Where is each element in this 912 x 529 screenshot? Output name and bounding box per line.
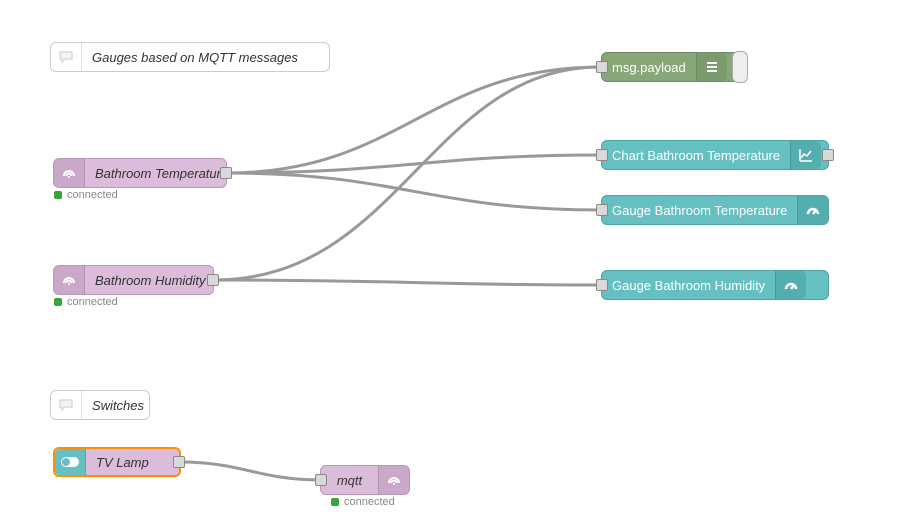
output-port[interactable]	[822, 149, 834, 161]
node-debug[interactable]: msg.payload	[601, 52, 741, 82]
node-status: connected	[331, 496, 395, 508]
wifi-icon	[54, 266, 85, 294]
node-label: Chart Bathroom Temperature	[602, 148, 790, 163]
input-port[interactable]	[596, 279, 608, 291]
node-status: connected	[54, 296, 118, 308]
status-dot	[54, 298, 62, 306]
node-label: mqtt	[321, 473, 378, 488]
debug-toggle-button[interactable]	[732, 51, 748, 83]
gauge-icon	[797, 196, 828, 224]
input-port[interactable]	[315, 474, 327, 486]
input-port[interactable]	[596, 149, 608, 161]
status-dot	[54, 191, 62, 199]
comment-label: Switches	[82, 398, 154, 413]
status-text: connected	[344, 496, 395, 508]
node-label: msg.payload	[602, 60, 696, 75]
status-text: connected	[67, 296, 118, 308]
node-label: TV Lamp	[86, 455, 159, 470]
wifi-icon	[378, 466, 409, 494]
chart-icon	[790, 141, 821, 169]
node-label: Gauge Bathroom Humidity	[602, 278, 775, 293]
node-label: Bathroom Humidity	[85, 273, 216, 288]
comment-label: Gauges based on MQTT messages	[82, 50, 308, 65]
node-status: connected	[54, 189, 118, 201]
output-port[interactable]	[220, 167, 232, 179]
toggle-icon	[55, 449, 86, 475]
comment-icon	[51, 43, 82, 71]
output-port[interactable]	[173, 456, 185, 468]
node-mqtt-in-humidity[interactable]: Bathroom Humidity connected	[53, 265, 214, 295]
gauge-icon	[775, 271, 806, 299]
node-ui-switch-tv-lamp[interactable]: TV Lamp	[53, 447, 181, 477]
status-dot	[331, 498, 339, 506]
node-ui-gauge-temperature[interactable]: Gauge Bathroom Temperature	[601, 195, 829, 225]
input-port[interactable]	[596, 61, 608, 73]
wifi-icon	[54, 159, 85, 187]
debug-icon	[696, 53, 727, 81]
status-text: connected	[67, 189, 118, 201]
comment-node-gauges[interactable]: Gauges based on MQTT messages	[50, 42, 330, 72]
comment-icon	[51, 391, 82, 419]
comment-node-switches[interactable]: Switches	[50, 390, 150, 420]
node-mqtt-in-temperature[interactable]: Bathroom Temperature connected	[53, 158, 227, 188]
node-label: Bathroom Temperature	[85, 166, 238, 181]
node-label: Gauge Bathroom Temperature	[602, 203, 797, 218]
node-ui-chart-temperature[interactable]: Chart Bathroom Temperature	[601, 140, 829, 170]
node-ui-gauge-humidity[interactable]: Gauge Bathroom Humidity	[601, 270, 829, 300]
output-port[interactable]	[207, 274, 219, 286]
node-mqtt-out[interactable]: mqtt connected	[320, 465, 410, 495]
input-port[interactable]	[596, 204, 608, 216]
